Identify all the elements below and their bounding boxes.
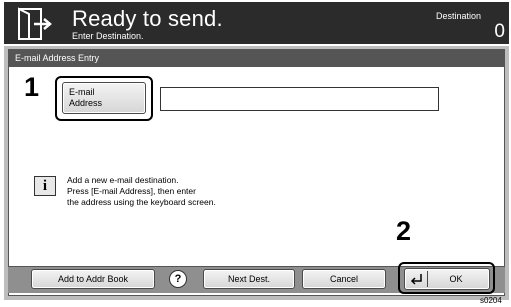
info-line: the address using the keyboard screen.: [67, 197, 216, 207]
ok-button[interactable]: OK: [404, 268, 490, 290]
add-to-addr-book-button[interactable]: Add to Addr Book: [31, 269, 155, 289]
help-icon[interactable]: ?: [169, 270, 187, 288]
info-message: Add a new e-mail destination. Press [E-m…: [67, 175, 216, 208]
info-line: Press [E-mail Address], then enter: [67, 186, 196, 196]
email-address-field[interactable]: [160, 87, 439, 111]
status-title: Ready to send.: [72, 6, 223, 31]
header-bar: Ready to send. Enter Destination. Destin…: [4, 2, 509, 44]
destination-count: 0: [494, 21, 505, 42]
email-button-label-line2: Address: [69, 98, 103, 108]
status-subtitle: Enter Destination.: [72, 31, 144, 41]
figure-code: s0204: [480, 296, 502, 305]
send-icon: [8, 6, 58, 42]
email-button-label-line1: E-mail: [69, 87, 95, 97]
panel-title: E-mail Address Entry: [9, 50, 504, 67]
step-2-marker: 2: [396, 216, 412, 246]
ok-label: OK: [449, 274, 463, 284]
cancel-button[interactable]: Cancel: [302, 269, 386, 289]
info-icon: i: [34, 176, 56, 196]
next-dest-button[interactable]: Next Dest.: [203, 269, 295, 289]
destination-label: Destination: [435, 11, 481, 21]
email-address-button[interactable]: E-mail Address: [62, 82, 146, 114]
step-1-marker: 1: [24, 72, 40, 102]
screen: Ready to send. Enter Destination. Destin…: [0, 0, 511, 307]
info-line: Add a new e-mail destination.: [67, 175, 179, 185]
